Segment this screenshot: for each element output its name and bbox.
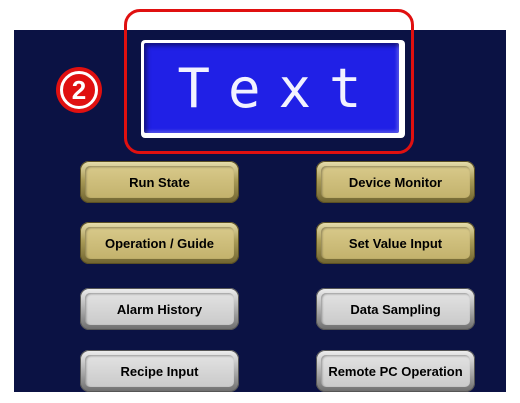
- device-monitor-label: Device Monitor: [321, 166, 470, 198]
- set-value-input-label: Set Value Input: [321, 227, 470, 259]
- lcd-display: Text: [141, 40, 405, 138]
- lcd-screen: Text: [144, 43, 399, 133]
- run-state-button[interactable]: Run State: [80, 161, 239, 203]
- alarm-history-label: Alarm History: [85, 293, 234, 325]
- lcd-text: Text: [177, 56, 380, 120]
- callout-number: 2: [60, 71, 98, 109]
- data-sampling-button[interactable]: Data Sampling: [316, 288, 475, 330]
- callout-badge: 2: [56, 67, 102, 113]
- set-value-input-button[interactable]: Set Value Input: [316, 222, 475, 264]
- recipe-input-label: Recipe Input: [85, 355, 234, 387]
- data-sampling-label: Data Sampling: [321, 293, 470, 325]
- remote-pc-operation-button[interactable]: Remote PC Operation: [316, 350, 475, 392]
- device-monitor-button[interactable]: Device Monitor: [316, 161, 475, 203]
- operation-guide-button[interactable]: Operation / Guide: [80, 222, 239, 264]
- run-state-label: Run State: [85, 166, 234, 198]
- alarm-history-button[interactable]: Alarm History: [80, 288, 239, 330]
- operation-guide-label: Operation / Guide: [85, 227, 234, 259]
- remote-pc-operation-label: Remote PC Operation: [321, 355, 470, 387]
- recipe-input-button[interactable]: Recipe Input: [80, 350, 239, 392]
